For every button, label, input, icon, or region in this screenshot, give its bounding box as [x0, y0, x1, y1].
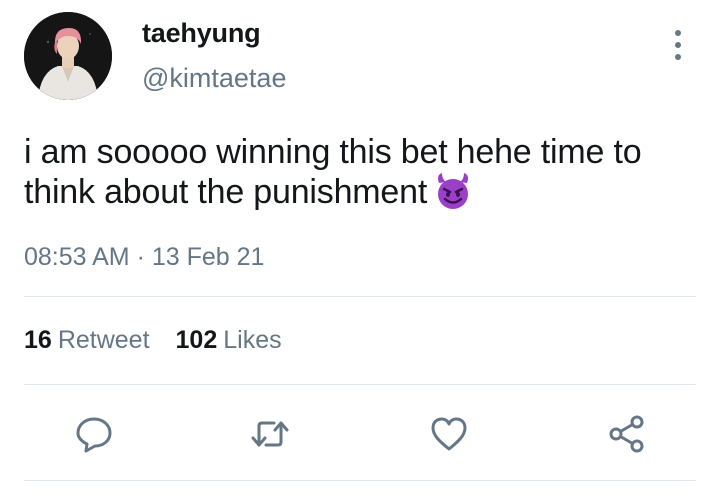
- avatar-photo: [24, 12, 112, 100]
- tweet-date: 13 Feb 21: [151, 243, 265, 271]
- tweet-body: i am sooooo winning this bet hehe time t…: [24, 133, 704, 211]
- retweet-stat[interactable]: 16 Retweet: [24, 326, 150, 355]
- like-button[interactable]: [427, 412, 471, 456]
- retweet-count: 16: [24, 326, 52, 354]
- more-options-icon[interactable]: [668, 30, 688, 60]
- share-icon: [609, 415, 644, 453]
- share-button[interactable]: [605, 412, 649, 456]
- tweet-text: i am sooooo winning this bet hehe time t…: [24, 133, 642, 211]
- more-dot: [675, 42, 681, 48]
- retweet-label: Retweet: [57, 326, 150, 354]
- tweet-stats: 16 Retweet 102 Likes: [24, 326, 282, 355]
- reply-icon: [76, 417, 112, 453]
- likes-label: Likes: [223, 326, 282, 354]
- likes-stat[interactable]: 102 Likes: [176, 326, 282, 355]
- divider: [24, 480, 696, 481]
- smiling-face-with-horns-icon: [433, 171, 473, 211]
- retweet-button[interactable]: [248, 412, 292, 456]
- display-name[interactable]: taehyung: [142, 18, 261, 49]
- divider: [24, 384, 696, 385]
- tweet-time: 08:53 AM: [24, 243, 130, 271]
- tweet-timestamp: 08:53 AM · 13 Feb 21: [24, 243, 264, 272]
- retweet-icon: [251, 421, 289, 447]
- separator: ·: [136, 243, 145, 271]
- like-icon: [431, 417, 467, 451]
- more-dot: [675, 54, 681, 60]
- reply-button[interactable]: [72, 412, 116, 456]
- likes-count: 102: [175, 326, 218, 354]
- avatar[interactable]: [24, 12, 112, 100]
- more-dot: [675, 30, 681, 36]
- divider: [24, 296, 696, 297]
- user-handle[interactable]: @kimtaetae: [142, 63, 286, 94]
